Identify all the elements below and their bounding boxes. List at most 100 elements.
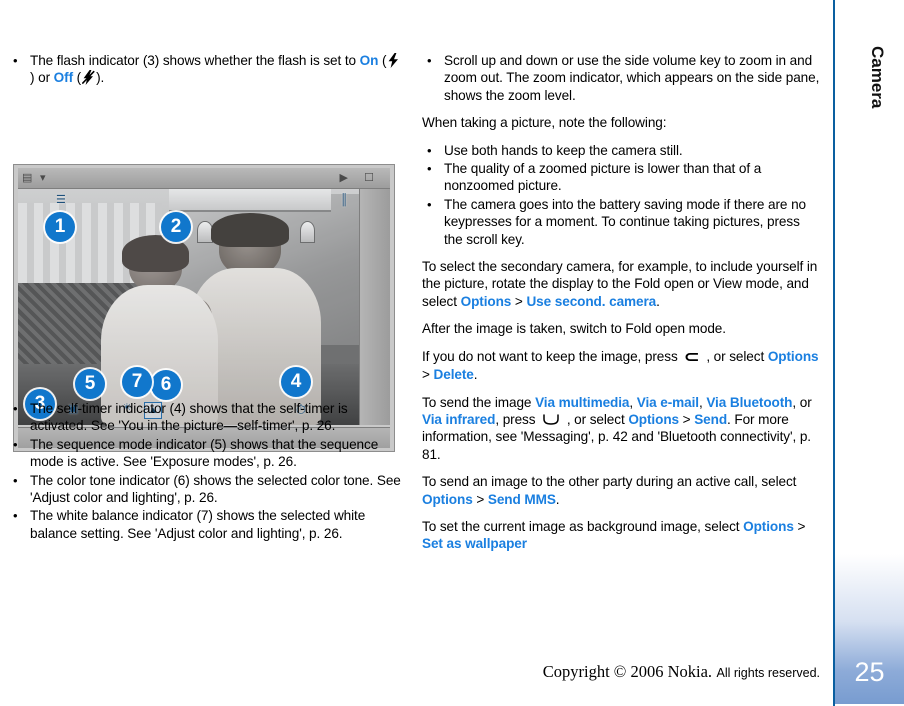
zoom-indicator-icon: ║ (340, 194, 348, 206)
zoom-bullet: • Scroll up and down or use the side volu… (422, 52, 822, 104)
send-comma-1: , (629, 394, 637, 410)
send-link[interactable]: Send (694, 412, 727, 427)
flash-bullet-text-after: ). (96, 70, 105, 86)
secondary-camera-text-end: . (656, 293, 660, 309)
white-balance-bullet-text: The white balance indicator (7) shows th… (30, 508, 366, 541)
options-link[interactable]: Options (743, 519, 794, 534)
indicator-bullet-list: • The self-timer indicator (4) shows that… (8, 400, 404, 543)
note-bullet-list: • Use both hands to keep the camera still… (422, 142, 822, 248)
bullet-dot-icon: • (427, 196, 432, 212)
bullet-dot-icon: • (13, 53, 18, 68)
topbar-memory-icon: ☐ (364, 172, 374, 184)
via-bluetooth-link[interactable]: Via Bluetooth (706, 395, 792, 410)
note-bullet-hands-text: Use both hands to keep the camera still. (444, 142, 683, 158)
send-text-b: , press (495, 411, 540, 427)
left-column: • The flash indicator (3) shows whether t… (8, 52, 404, 541)
delete-text-a: If you do not want to keep the image, pr… (422, 348, 682, 364)
delete-text-end: . (473, 367, 478, 383)
bullet-dot-icon: • (427, 142, 432, 158)
bullet-dot-icon: • (427, 161, 432, 177)
chapter-rail: Camera 25 (833, 0, 904, 706)
options-link[interactable]: Options (768, 349, 819, 364)
clear-key-icon: ⊂ (684, 348, 700, 366)
note-bullet-battery-text: The camera goes into the battery saving … (444, 196, 806, 247)
zoom-bullet-text: Scroll up and down or use the side volum… (444, 53, 820, 103)
flash-bullet-mid2: ( (73, 70, 82, 86)
flash-indicator-bullet: • The flash indicator (3) shows whether t… (8, 52, 404, 87)
right-column: • Scroll up and down or use the side volu… (422, 52, 822, 563)
secondary-camera-paragraph: To select the secondary camera, for exam… (422, 258, 822, 310)
note-bullet-quality: • The quality of a zoomed picture is lowe… (422, 160, 822, 195)
note-bullet-battery: • The camera goes into the battery saving… (422, 196, 822, 248)
callout-6: 6 (151, 370, 181, 400)
flash-on-label: On (359, 53, 379, 68)
note-bullet-quality-text: The quality of a zoomed picture is lower… (444, 161, 762, 194)
flash-off-label: Off (53, 70, 73, 86)
flash-off-icon (82, 70, 95, 86)
menu-separator: > (678, 411, 695, 427)
callout-7: 7 (122, 367, 152, 397)
delete-text-b: , or select (702, 348, 768, 364)
menu-separator: > (472, 491, 488, 507)
options-link[interactable]: Options (461, 294, 512, 309)
scroll-key-icon (542, 414, 560, 426)
menu-separator: > (511, 293, 527, 309)
delete-link[interactable]: Delete (434, 367, 474, 382)
callout-4: 4 (281, 367, 311, 397)
figure-side-pane (359, 189, 390, 425)
send-text-d: , or select (563, 411, 629, 427)
wallpaper-paragraph: To set the current image as background i… (422, 518, 822, 553)
bullet-dot-icon: • (427, 53, 432, 68)
page-footer: Copyright © 2006 Nokia. All rights reser… (0, 662, 832, 682)
flash-indicator-bullet-list: • The flash indicator (3) shows whether t… (8, 52, 404, 87)
white-balance-bullet: • The white balance indicator (7) shows t… (8, 507, 404, 542)
delete-image-paragraph: If you do not want to keep the image, pr… (422, 348, 822, 384)
flash-bullet-mid: ( (378, 53, 387, 68)
menu-separator: > (793, 518, 806, 534)
figure-top-toolbar: ▤ ▾ ▶ ☐ (18, 168, 390, 189)
after-image-paragraph: After the image is taken, switch to Fold… (422, 321, 726, 337)
send-text-a: To send the image (422, 394, 536, 410)
menu-separator: > (422, 367, 434, 383)
bullet-dot-icon: • (13, 436, 18, 452)
via-infrared-link[interactable]: Via infrared (422, 412, 495, 427)
options-link[interactable]: Options (628, 412, 679, 427)
send-mms-link[interactable]: Send MMS (488, 492, 556, 507)
callout-2: 2 (161, 212, 191, 242)
self-timer-bullet-text: The self-timer indicator (4) shows that … (30, 401, 348, 434)
color-tone-bullet-text: The color tone indicator (6) shows the s… (30, 472, 401, 506)
via-multimedia-link[interactable]: Via multimedia (535, 395, 629, 410)
send-mms-paragraph: To send an image to the other party duri… (422, 473, 822, 508)
zoom-bullet-list: • Scroll up and down or use the side volu… (422, 52, 822, 104)
rights-reserved-text: All rights reserved. (716, 666, 820, 680)
self-timer-bullet: • The self-timer indicator (4) shows that… (8, 400, 404, 435)
sequence-mode-bullet: • The sequence mode indicator (5) shows t… (8, 436, 404, 471)
use-second-camera-link[interactable]: Use second. camera (526, 294, 656, 309)
note-intro-paragraph: When taking a picture, note the followin… (422, 115, 667, 131)
send-comma-3: , or (792, 394, 812, 410)
mms-text-a: To send an image to the other party duri… (422, 474, 797, 490)
callout-1: 1 (45, 212, 75, 242)
flash-bullet-between: ) or (30, 70, 54, 86)
manual-page: • The flash indicator (3) shows whether t… (0, 0, 904, 706)
wallpaper-text-a: To set the current image as background i… (422, 518, 744, 534)
via-email-link[interactable]: Via e-mail (637, 395, 699, 410)
set-as-wallpaper-link[interactable]: Set as wallpaper (422, 536, 527, 551)
bullet-dot-icon: • (13, 401, 18, 416)
send-image-paragraph: To send the image Via multimedia, Via e-… (422, 394, 822, 464)
flash-bullet-text-before: The flash indicator (3) shows whether th… (30, 53, 360, 68)
bullet-dot-icon: • (13, 508, 18, 524)
topbar-mode-icon: ▤ (22, 172, 33, 184)
bullet-dot-icon: • (13, 472, 18, 488)
topbar-play-icon: ▶ (339, 172, 348, 184)
sequence-mode-bullet-text: The sequence mode indicator (5) shows th… (30, 436, 379, 470)
page-number: 25 (854, 657, 885, 687)
topbar-dropdown-icon: ▾ (40, 172, 46, 184)
mms-text-end: . (555, 491, 560, 507)
image-quality-icon: ☰ (56, 194, 66, 206)
color-tone-bullet: • The color tone indicator (6) shows the … (8, 472, 404, 507)
copyright-text: Copyright © 2006 Nokia. (542, 662, 713, 681)
options-link[interactable]: Options (422, 492, 473, 507)
callout-5: 5 (75, 369, 105, 399)
chapter-title: Camera (868, 46, 887, 109)
